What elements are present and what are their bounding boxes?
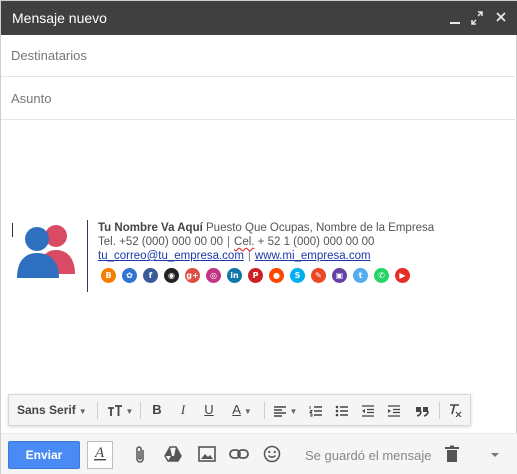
text-color-button[interactable]: A ▼ <box>224 395 260 425</box>
save-status: Se guardó el mensaje <box>305 448 432 463</box>
drive-icon <box>164 446 182 462</box>
indent-less-icon <box>362 404 374 417</box>
divider <box>140 402 141 419</box>
clear-formatting-icon <box>450 404 462 418</box>
recipients-field[interactable]: Destinatarios <box>1 35 517 77</box>
discard-draft-button[interactable] <box>440 443 464 467</box>
quote-icon <box>416 406 429 417</box>
formatting-toolbar: Sans Serif ▼ ▼ B I U A ▼ ▼ <box>8 394 471 426</box>
underline-icon: U <box>204 402 214 417</box>
compose-window: Mensaje nuevo Destinatarios Asunto Tu No… <box>0 0 517 474</box>
formatting-options-button[interactable]: A <box>87 441 113 469</box>
bold-button[interactable]: B <box>145 395 169 425</box>
facebook-icon[interactable]: f <box>143 268 158 283</box>
text-color-icon: A <box>232 402 241 417</box>
divider <box>97 402 98 419</box>
close-icon[interactable] <box>491 8 511 28</box>
chevron-down-icon <box>491 453 499 457</box>
underline-button[interactable]: U <box>197 395 221 425</box>
delicious-icon[interactable]: ✿ <box>122 268 137 283</box>
signature-divider <box>87 220 88 292</box>
numbered-list-button[interactable] <box>305 395 327 425</box>
italic-icon: I <box>180 402 186 417</box>
recipients-placeholder: Destinatarios <box>11 48 87 63</box>
blogger-icon[interactable]: B <box>101 268 116 283</box>
font-family-value: Sans Serif <box>17 403 76 417</box>
compose-bottom-bar: Enviar A Se guardó el mensaje <box>1 433 517 474</box>
subject-field[interactable]: Asunto <box>1 78 517 120</box>
text-size-icon <box>107 404 122 416</box>
font-family-select[interactable]: Sans Serif ▼ <box>17 395 95 425</box>
google-plus-icon[interactable]: g+ <box>185 268 200 283</box>
insert-drive-button[interactable] <box>161 443 185 467</box>
text-cursor <box>12 223 13 237</box>
bulleted-list-button[interactable] <box>331 395 353 425</box>
subject-placeholder: Asunto <box>11 91 52 106</box>
insert-link-button[interactable] <box>227 443 251 467</box>
indent-more-icon <box>388 404 400 417</box>
quote-button[interactable] <box>411 395 433 425</box>
italic-button[interactable]: I <box>171 395 195 425</box>
bulleted-list-icon <box>335 405 348 416</box>
trash-icon <box>445 445 459 462</box>
align-button[interactable]: ▼ <box>269 395 301 425</box>
chevron-down-icon: ▼ <box>125 407 134 416</box>
cel-label: Cel. <box>234 236 255 248</box>
tel-label: Tel. <box>98 236 116 248</box>
compose-titlebar[interactable]: Mensaje nuevo <box>1 1 517 35</box>
chevron-down-icon: ▼ <box>289 407 298 416</box>
numbered-list-icon <box>309 405 322 417</box>
pinterest-icon[interactable]: P <box>248 268 263 283</box>
email-link[interactable]: tu_correo@tu_empresa.com <box>98 250 244 262</box>
minimize-icon[interactable] <box>445 8 465 28</box>
website-link[interactable]: www.mi_empresa.com <box>255 250 371 262</box>
font-size-button[interactable]: ▼ <box>104 395 136 425</box>
photo-icon <box>198 446 216 462</box>
twitch-icon[interactable]: ▣ <box>332 268 347 283</box>
stumbleupon-icon[interactable]: ✎ <box>311 268 326 283</box>
signature-line-name: Tu Nombre Va Aquí Puesto Que Ocupas, Nom… <box>98 222 434 234</box>
link-icon <box>229 449 249 459</box>
separator: | <box>227 236 231 248</box>
insert-emoji-button[interactable] <box>260 443 284 467</box>
signature-line-links: tu_correo@tu_empresa.com | www.mi_empresa.… <box>98 250 371 262</box>
signature-position: Puesto Que Ocupas, Nombre de la Empresa <box>206 222 435 234</box>
tel-value: +52 (000) 000 00 00 <box>119 236 224 248</box>
cel-value: + 52 1 (000) 000 00 00 <box>257 236 375 248</box>
chevron-down-icon: ▼ <box>78 407 87 416</box>
avatar-logo <box>17 225 75 278</box>
youtube-icon[interactable]: ▶ <box>395 268 410 283</box>
clear-formatting-button[interactable] <box>444 395 466 425</box>
more-options-button[interactable] <box>483 443 507 467</box>
text-format-icon: A <box>94 445 106 461</box>
signature-line-phone: Tel. +52 (000) 000 00 00 | Cel. + 52 1 (00… <box>98 236 374 248</box>
svg-text:A: A <box>94 445 105 461</box>
signature-name: Tu Nombre Va Aquí <box>98 222 203 234</box>
github-icon[interactable]: ◉ <box>164 268 179 283</box>
instagram-icon[interactable]: ◎ <box>206 268 221 283</box>
twitter-icon[interactable]: t <box>353 268 368 283</box>
bold-icon: B <box>152 402 162 417</box>
linkedin-icon[interactable]: in <box>227 268 242 283</box>
divider <box>439 402 440 419</box>
paperclip-icon <box>136 446 144 463</box>
chevron-down-icon: ▼ <box>243 407 252 416</box>
divider <box>264 402 265 419</box>
send-button[interactable]: Enviar <box>8 441 80 469</box>
indent-less-button[interactable] <box>357 395 379 425</box>
indent-more-button[interactable] <box>383 395 405 425</box>
separator: | <box>247 250 251 262</box>
whatsapp-icon[interactable]: ✆ <box>374 268 389 283</box>
compose-title: Mensaje nuevo <box>12 10 107 26</box>
expand-icon[interactable] <box>467 8 487 28</box>
skype-icon[interactable]: S <box>290 268 305 283</box>
attach-file-button[interactable] <box>128 443 152 467</box>
emoji-icon <box>263 445 281 463</box>
reddit-icon[interactable]: ● <box>269 268 284 283</box>
align-left-icon <box>273 405 286 417</box>
insert-photo-button[interactable] <box>195 443 219 467</box>
